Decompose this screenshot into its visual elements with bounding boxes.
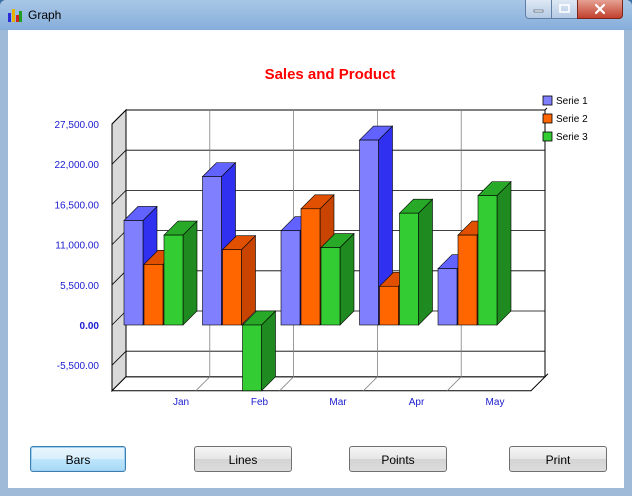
bar-side bbox=[418, 198, 433, 326]
bar bbox=[477, 195, 498, 326]
bar bbox=[359, 139, 379, 326]
app-window: Graph 27,500.00 22,000.00 16,500.00 11,000.… bbox=[0, 0, 632, 496]
x-tick-label: Feb bbox=[251, 397, 269, 408]
window-title: Graph bbox=[28, 8, 62, 22]
x-tick-label: Jan bbox=[173, 397, 189, 408]
bar bbox=[379, 285, 399, 326]
maximize-icon bbox=[559, 4, 570, 13]
legend-swatch bbox=[542, 131, 553, 142]
legend-swatch bbox=[542, 95, 553, 106]
x-tick-label: May bbox=[486, 397, 505, 408]
legend-label: Serie 3 bbox=[556, 132, 588, 143]
y-tick-label: 5,500.00 bbox=[60, 281, 99, 292]
maximize-button[interactable] bbox=[551, 0, 578, 19]
bar bbox=[399, 212, 419, 326]
y-tick-label: 27,500.00 bbox=[55, 120, 100, 131]
bar bbox=[143, 264, 164, 326]
lines-button[interactable]: Lines bbox=[194, 446, 292, 472]
bar-side bbox=[339, 232, 355, 326]
x-tick-label: Apr bbox=[409, 397, 425, 408]
bar-side bbox=[241, 234, 256, 326]
bar bbox=[202, 176, 222, 326]
y-tick-label: 0.00 bbox=[80, 321, 100, 332]
bar-chart-app-icon bbox=[8, 9, 22, 22]
minimize-button[interactable] bbox=[525, 0, 552, 19]
y-tick-label: 22,000.00 bbox=[55, 160, 100, 171]
legend-swatch bbox=[542, 113, 553, 124]
close-icon bbox=[594, 3, 606, 15]
legend-label: Serie 1 bbox=[556, 96, 588, 107]
client-area: 27,500.00 22,000.00 16,500.00 11,000.00 5,50… bbox=[8, 30, 624, 488]
y-tick-label: -5,500.00 bbox=[57, 361, 100, 372]
bar bbox=[320, 247, 341, 326]
bar bbox=[123, 220, 144, 326]
close-button[interactable] bbox=[577, 0, 623, 19]
frame-corner bbox=[544, 107, 548, 111]
bar bbox=[163, 234, 184, 326]
sales-chart: 27,500.00 22,000.00 16,500.00 11,000.00 5,50… bbox=[55, 66, 589, 408]
y-tick-label: 16,500.00 bbox=[55, 200, 100, 211]
bar bbox=[457, 234, 478, 326]
title-bar[interactable]: Graph bbox=[0, 0, 632, 30]
bar bbox=[222, 249, 242, 326]
bar bbox=[437, 268, 458, 326]
floor bbox=[110, 376, 547, 392]
points-button[interactable]: Points bbox=[349, 446, 447, 472]
minimize-icon bbox=[533, 9, 544, 13]
bar bbox=[280, 230, 301, 326]
bar bbox=[242, 324, 262, 392]
x-tick-label: Mar bbox=[329, 397, 347, 408]
bar-side bbox=[182, 220, 198, 326]
bar bbox=[300, 208, 321, 326]
y-tick-label: 11,000.00 bbox=[55, 241, 99, 252]
print-button[interactable]: Print bbox=[509, 446, 607, 472]
chart-title: Sales and Product bbox=[265, 66, 396, 83]
bars-button[interactable]: Bars bbox=[30, 446, 126, 472]
bar-side bbox=[496, 180, 512, 326]
legend-label: Serie 2 bbox=[556, 114, 588, 125]
